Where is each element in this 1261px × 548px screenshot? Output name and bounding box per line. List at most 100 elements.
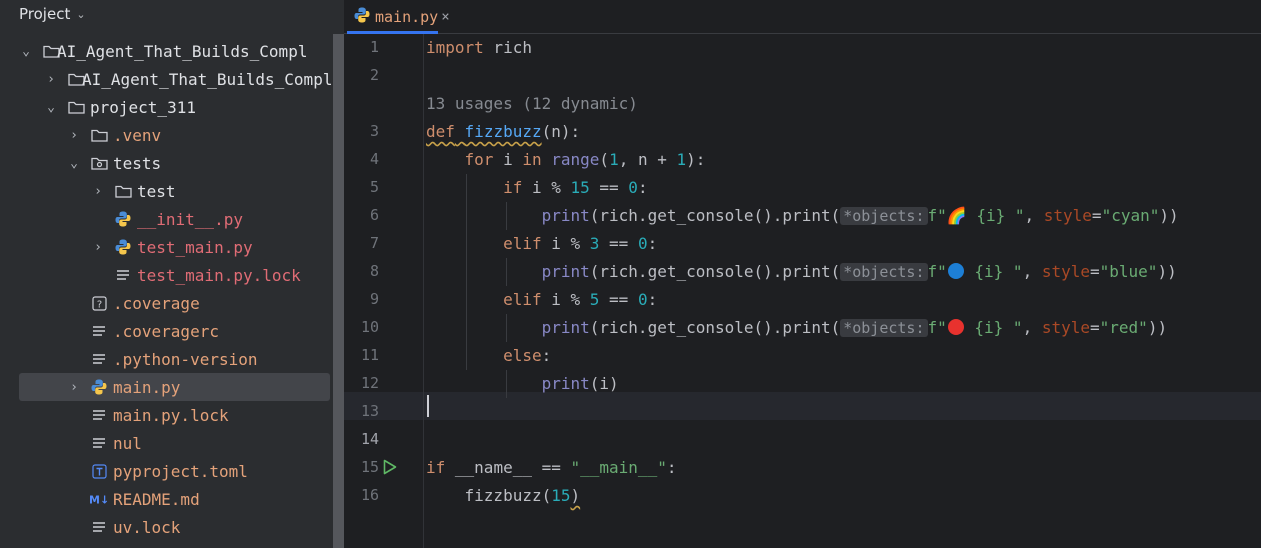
project-scrollbar[interactable]: [333, 34, 344, 548]
identifier: fizzbuzz(: [464, 486, 552, 505]
chevron-right-icon[interactable]: ›: [67, 128, 81, 143]
builtin: print: [541, 318, 590, 337]
usages-hint-text: 13 usages (12 dynamic): [426, 94, 638, 113]
tree-item-nul[interactable]: nul: [0, 429, 333, 457]
tree-item-main-py[interactable]: › main.py: [19, 373, 330, 401]
string: {i} ": [964, 318, 1023, 337]
red-circle-emoji: [947, 318, 965, 337]
identifier: i %: [541, 234, 590, 253]
line-number: 15: [360, 458, 379, 476]
tree-item-pyproject[interactable]: pyproject.toml: [0, 457, 333, 485]
run-icon[interactable]: [382, 458, 398, 480]
line-number: 14: [360, 430, 379, 448]
identifier: rich: [483, 38, 532, 57]
folder-icon: [89, 125, 109, 145]
number: 15: [570, 178, 590, 197]
project-view-selector[interactable]: Project ⌄: [0, 0, 344, 28]
tree-item-main-py-lock[interactable]: main.py.lock: [0, 401, 333, 429]
tree-item-label: tests: [113, 153, 162, 173]
function-name: fizzbuzz: [464, 122, 542, 141]
close-icon[interactable]: ×: [441, 9, 449, 25]
code-line-8: print(rich.get_console().print(*objects:…: [541, 262, 1177, 281]
code-area[interactable]: import rich 13 usages (12 dynamic) def f…: [426, 34, 1261, 548]
tree-item-label: main.py.lock: [113, 405, 229, 425]
line-number: 16: [360, 486, 379, 504]
tree-item-init-py[interactable]: __init__.py: [0, 205, 333, 233]
keyword-arg: style: [1043, 206, 1092, 225]
chevron-down-icon[interactable]: ⌄: [67, 156, 81, 171]
tree-item-label: test: [137, 181, 176, 201]
identifier: (rich.get_console().print(: [589, 262, 841, 281]
code-line-1: import rich: [426, 34, 532, 62]
usages-hint[interactable]: 13 usages (12 dynamic): [426, 90, 638, 118]
project-title: Project: [19, 5, 71, 23]
chevron-down-icon[interactable]: ⌄: [44, 100, 58, 115]
tree-item-python-version[interactable]: .python-version: [0, 345, 333, 373]
line-number: 9: [369, 290, 379, 308]
line-number-gutter: 1 2 3 4 5 6 7 8 9 10 11 12 13 14 15 16: [344, 34, 424, 548]
identifier: , n +: [618, 150, 677, 169]
keyword: if: [426, 458, 446, 477]
number: 15: [551, 486, 571, 505]
code-line-4: for i in range(1, n + 1):: [464, 150, 706, 169]
tree-item-label: AI_Agent_That_Builds_Compl: [82, 69, 333, 89]
line-number: 4: [369, 150, 379, 168]
tree-item-label: test_main.py: [137, 237, 253, 257]
keyword: elif: [503, 234, 542, 253]
inlay-hint: *objects:: [840, 319, 928, 337]
tree-item-venv[interactable]: › .venv: [0, 121, 333, 149]
chevron-right-icon[interactable]: ›: [44, 72, 58, 87]
chevron-right-icon[interactable]: ›: [91, 240, 105, 255]
blue-circle-emoji: [947, 262, 965, 281]
tree-item-tests[interactable]: ⌄ tests: [0, 149, 333, 177]
string: f": [927, 206, 947, 225]
chevron-right-icon[interactable]: ›: [91, 184, 105, 199]
tree-item-label: project_311: [90, 97, 196, 117]
tree-item-label: .python-version: [113, 349, 258, 369]
keyword: import: [426, 38, 484, 57]
string: "__main__": [570, 458, 667, 477]
tree-item-label: main.py: [113, 377, 181, 397]
string: {i} ": [964, 262, 1023, 281]
tree-item-readme[interactable]: M↓ README.md: [0, 485, 333, 513]
tree-item-test-main-py[interactable]: › test_main.py: [0, 233, 333, 261]
line-number: 7: [369, 234, 379, 252]
tree-item-uv-lock[interactable]: uv.lock: [0, 513, 333, 541]
string: "blue": [1099, 262, 1158, 281]
identifier: (rich.get_console().print(: [589, 318, 841, 337]
tree-item-label: .venv: [113, 125, 162, 145]
tree-item-project-311[interactable]: ⌄ project_311: [0, 93, 333, 121]
tree-item-root-folder[interactable]: ⌄ AI_Agent_That_Builds_Compl: [0, 37, 333, 65]
identifier: i %: [541, 290, 590, 309]
tree-item-coveragerc[interactable]: .coveragerc: [0, 317, 333, 345]
builtin: print: [541, 206, 590, 225]
string: f": [927, 262, 947, 281]
string: {i} ": [966, 206, 1025, 225]
tree-item-test[interactable]: › test: [0, 177, 333, 205]
folder-icon: [66, 97, 86, 117]
text-file-icon: [89, 321, 109, 341]
tab-main-py[interactable]: main.py ×: [347, 0, 450, 34]
chevron-right-icon[interactable]: ›: [67, 380, 81, 395]
string: "cyan": [1101, 206, 1160, 225]
python-file-icon: [113, 237, 133, 257]
number: 5: [589, 290, 600, 309]
inlay-hint: *objects:: [840, 263, 928, 281]
inlay-hint: *objects:: [840, 207, 928, 225]
tree-item-test-main-lock[interactable]: test_main.py.lock: [0, 261, 333, 289]
line-number: 5: [369, 178, 379, 196]
tree-item-label: .coveragerc: [113, 321, 219, 341]
code-line-10: print(rich.get_console().print(*objects:…: [541, 318, 1168, 337]
python-file-icon: [113, 209, 133, 229]
string: "red": [1099, 318, 1148, 337]
keyword: in: [522, 150, 542, 169]
code-line-3: def fizzbuzz(n):: [426, 122, 581, 141]
text-caret: [427, 395, 429, 417]
line-number: 11: [360, 346, 379, 364]
tree-item-subfolder[interactable]: › AI_Agent_That_Builds_Compl: [0, 65, 333, 93]
identifier: (rich.get_console().print(: [589, 206, 841, 225]
line-number: 12: [360, 374, 379, 392]
chevron-down-icon[interactable]: ⌄: [19, 44, 33, 59]
tree-item-coverage[interactable]: ? .coverage: [0, 289, 333, 317]
operator: ==: [599, 290, 638, 309]
